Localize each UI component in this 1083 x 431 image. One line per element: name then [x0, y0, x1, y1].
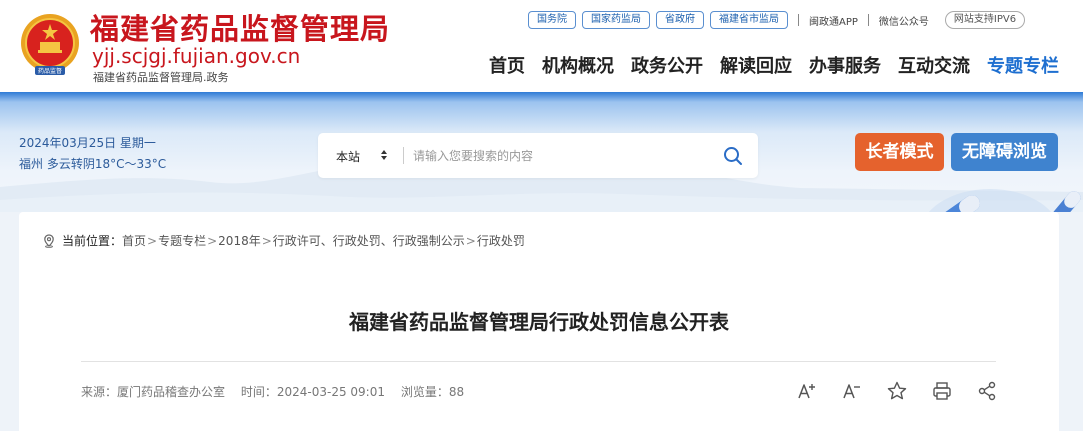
link-province-market[interactable]: 福建省市监局 — [710, 11, 788, 29]
current-date: 2024年03月25日 星期一 — [19, 136, 156, 150]
sort-arrows-icon[interactable] — [380, 149, 388, 161]
article-meta: 来源：厦门药品稽查办公室 时间：2024-03-25 09:01 浏览量：88 — [81, 383, 476, 400]
divider — [798, 14, 799, 26]
nav-home[interactable]: 首页 — [489, 52, 525, 78]
breadcrumb-penalty[interactable]: 行政处罚 — [477, 232, 525, 249]
site-header: 药品监督 福建省药品监督管理局 yjj.scjgj.fujian.gov.cn … — [0, 0, 1083, 92]
accessible-browse-button[interactable]: 无障碍浏览 — [951, 133, 1058, 171]
breadcrumb-separator: > — [465, 233, 476, 248]
search-icon[interactable] — [722, 145, 744, 167]
top-links: 国务院 国家药监局 省政府 福建省市监局 闽政通APP 微信公众号 网站支持IP… — [528, 11, 1026, 29]
ipv6-badge: 网站支持IPV6 — [944, 11, 1026, 29]
share-icon — [978, 381, 996, 401]
link-province-gov[interactable]: 省政府 — [656, 11, 704, 29]
article-time: 时间：2024-03-25 09:01 — [240, 385, 385, 399]
elder-mode-button[interactable]: 长者模式 — [855, 133, 944, 171]
article-views: 浏览量：88 — [400, 385, 465, 399]
capsule-decoration — [928, 189, 1081, 212]
location-pin-icon — [44, 233, 54, 248]
breadcrumb-label: 当前位置： — [62, 234, 123, 248]
weather: 福州 多云转阴18°C～33°C — [19, 157, 167, 171]
font-decrease-button[interactable] — [841, 380, 863, 402]
link-state-council[interactable]: 国务院 — [528, 11, 576, 29]
divider — [403, 147, 404, 164]
breadcrumb-home[interactable]: 首页 — [122, 232, 146, 249]
star-icon — [887, 381, 907, 400]
search-box: 本站 — [318, 133, 758, 178]
nav-public-affairs[interactable]: 政务公开 — [631, 52, 703, 78]
breadcrumb-separator: > — [261, 233, 272, 248]
site-title[interactable]: 福建省药品监督管理局 — [90, 6, 390, 48]
search-input[interactable] — [413, 145, 703, 167]
breadcrumb-2018[interactable]: 2018年 — [218, 232, 261, 249]
svg-text:药品监督: 药品监督 — [38, 67, 62, 75]
link-app[interactable]: 闽政通APP — [809, 13, 858, 28]
nav-special-topics[interactable]: 专题专栏 — [987, 52, 1059, 78]
divider — [81, 361, 996, 362]
breadcrumb-separator: > — [147, 233, 158, 248]
link-nmpa[interactable]: 国家药监局 — [582, 11, 650, 29]
national-emblem-icon: 药品监督 — [21, 14, 79, 75]
print-button[interactable] — [931, 380, 953, 402]
breadcrumb-public-notice[interactable]: 行政许可、行政处罚、行政强制公示 — [273, 232, 465, 249]
font-increase-icon — [798, 384, 815, 399]
favorite-button[interactable] — [886, 380, 908, 402]
article-tools — [796, 380, 998, 402]
nav-services[interactable]: 办事服务 — [809, 52, 881, 78]
search-scope-select[interactable]: 本站 — [336, 148, 360, 165]
breadcrumb: 当前位置： 首页 > 专题专栏 > 2018年 > 行政许可、行政处罚、行政强制… — [42, 232, 525, 249]
divider — [867, 14, 869, 26]
link-wechat[interactable]: 微信公众号 — [879, 13, 929, 28]
font-increase-button[interactable] — [796, 380, 818, 402]
main-nav: 首页 机构概况 政务公开 解读回应 办事服务 互动交流 专题专栏 — [472, 52, 1059, 78]
breadcrumb-special-topics[interactable]: 专题专栏 — [158, 232, 206, 249]
nav-interpretation[interactable]: 解读回应 — [720, 52, 792, 78]
nav-interaction[interactable]: 互动交流 — [898, 52, 970, 78]
printer-icon — [933, 382, 951, 400]
font-decrease-icon — [843, 384, 860, 399]
article-source: 来源：厦门药品稽查办公室 — [81, 385, 226, 399]
share-button[interactable] — [976, 380, 998, 402]
article-title: 福建省药品监督管理局行政处罚信息公开表 — [349, 310, 729, 334]
nav-about[interactable]: 机构概况 — [542, 52, 614, 78]
site-subtitle: 福建省药品监督管理局.政务 — [93, 71, 229, 84]
breadcrumb-separator: > — [207, 233, 218, 248]
site-domain: yjj.scjgj.fujian.gov.cn — [92, 44, 301, 68]
